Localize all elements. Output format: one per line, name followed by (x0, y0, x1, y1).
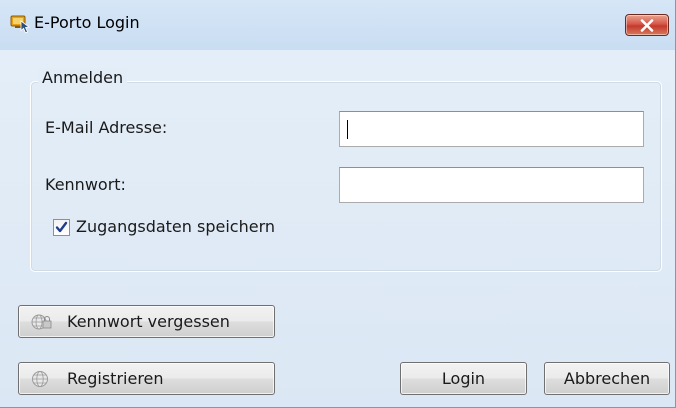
login-dialog: E-Porto Login Anmelden E-Mail Adresse: K… (0, 0, 676, 408)
password-label: Kennwort: (45, 175, 126, 194)
eporto-app-icon (10, 14, 32, 34)
login-button[interactable]: Login (400, 362, 527, 395)
register-label: Registrieren (67, 369, 164, 388)
globe-lock-icon (31, 313, 53, 335)
login-label: Login (441, 369, 486, 388)
title-bar[interactable]: E-Porto Login (0, 0, 675, 50)
remember-label[interactable]: Zugangsdaten speichern (76, 217, 275, 236)
close-button[interactable] (625, 14, 669, 36)
email-field[interactable] (339, 111, 644, 147)
register-button[interactable]: Registrieren (18, 362, 275, 395)
window-title: E-Porto Login (34, 13, 140, 32)
cancel-label: Abbrechen (563, 369, 651, 388)
email-label: E-Mail Adresse: (45, 118, 168, 137)
groupbox-legend: Anmelden (38, 68, 128, 87)
checkmark-icon (55, 221, 68, 233)
forgot-password-button[interactable]: Kennwort vergessen (18, 305, 275, 338)
close-icon (640, 19, 654, 32)
password-field[interactable] (339, 167, 644, 203)
cancel-button[interactable]: Abbrechen (544, 362, 670, 395)
remember-checkbox[interactable] (53, 219, 70, 236)
forgot-password-label: Kennwort vergessen (67, 312, 230, 331)
globe-icon (31, 370, 49, 392)
text-caret (347, 120, 348, 139)
